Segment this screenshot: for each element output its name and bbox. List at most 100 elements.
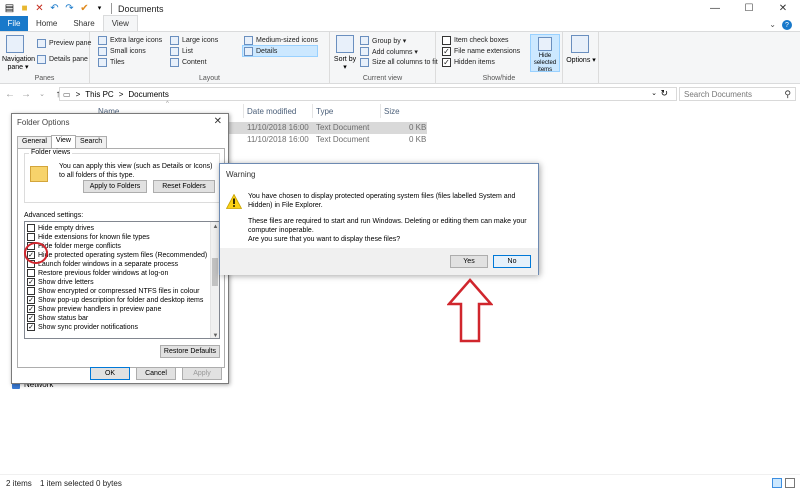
delete-icon[interactable]: ✕: [34, 3, 45, 14]
dialog-footer: Yes No: [220, 248, 538, 275]
recent-chevron-icon[interactable]: ⌄: [36, 88, 48, 100]
checkbox[interactable]: ✓: [27, 323, 35, 331]
tab-view[interactable]: View: [50, 135, 76, 148]
checkbox[interactable]: ✓: [27, 305, 35, 313]
close-icon[interactable]: ✕: [214, 116, 222, 127]
tab-home[interactable]: Home: [28, 16, 65, 31]
details-pane-button[interactable]: Details pane: [37, 55, 88, 64]
preview-pane-button[interactable]: Preview pane: [37, 39, 91, 48]
layout-list[interactable]: List: [170, 47, 193, 56]
layout-extra-large-icons[interactable]: Extra large icons: [98, 36, 162, 45]
checkbox[interactable]: ✓: [27, 296, 35, 304]
back-arrow-icon[interactable]: ←: [4, 88, 16, 100]
table-row[interactable]: 11/10/2018 16:00 Text Document 0 KB: [229, 122, 427, 134]
details-view-icon[interactable]: [772, 478, 782, 488]
layout-large-icons[interactable]: Large icons: [170, 36, 218, 45]
setting-label: Hide extensions for known file types: [38, 233, 150, 241]
column-type[interactable]: Type: [316, 107, 333, 116]
advanced-settings-list[interactable]: Hide empty drives Hide extensions for kn…: [24, 221, 220, 339]
maximize-button[interactable]: ☐: [732, 0, 766, 17]
minimize-button[interactable]: —: [698, 0, 732, 17]
breadcrumb-documents[interactable]: Documents: [128, 90, 168, 99]
properties-icon[interactable]: ✔: [79, 3, 90, 14]
history-dropdown-icon[interactable]: ⌄: [651, 89, 657, 97]
options-icon[interactable]: [571, 35, 589, 53]
layout-details[interactable]: Details: [244, 47, 277, 56]
apply-to-folders-button[interactable]: Apply to Folders: [83, 180, 147, 193]
window-title: Documents: [118, 3, 164, 14]
layout-medium-icons[interactable]: Medium-sized icons: [244, 36, 318, 45]
checkbox[interactable]: [27, 224, 35, 232]
expand-ribbon-icon[interactable]: ⌄: [769, 20, 776, 29]
checkbox[interactable]: [27, 233, 35, 241]
checkbox[interactable]: ✓: [27, 314, 35, 322]
list-item[interactable]: Hide empty drives: [27, 224, 94, 232]
restore-defaults-button[interactable]: Restore Defaults: [160, 345, 220, 358]
help-icon[interactable]: ?: [782, 20, 792, 30]
list-item[interactable]: ✓ Show status bar: [27, 314, 88, 322]
yes-button[interactable]: Yes: [450, 255, 488, 268]
layout-tiles[interactable]: Tiles: [98, 58, 125, 67]
list-item[interactable]: ✓ Show drive letters: [27, 278, 94, 286]
scroll-down-icon[interactable]: ▼: [211, 331, 219, 339]
hidden-items-toggle[interactable]: ✓ Hidden items: [442, 58, 495, 67]
add-columns-button[interactable]: Add columns ▾: [360, 47, 418, 56]
address-field[interactable]: ▭ > This PC > Documents ⌄ ↻: [59, 87, 677, 101]
tab-share[interactable]: Share: [65, 16, 102, 31]
checkbox[interactable]: [442, 36, 451, 45]
folder-icon[interactable]: ■: [19, 3, 30, 14]
list-item[interactable]: ✓ Hide protected operating system files (…: [27, 251, 207, 259]
column-date-modified[interactable]: Date modified: [247, 107, 296, 116]
search-icon: ⚲: [784, 89, 791, 99]
reset-folders-button[interactable]: Reset Folders: [153, 180, 215, 193]
navigation-pane-button[interactable]: Navigation pane ▾: [2, 56, 35, 72]
list-item[interactable]: Launch folder windows in a separate proc…: [27, 260, 178, 268]
forward-arrow-icon[interactable]: →: [20, 88, 32, 100]
sort-by-icon[interactable]: [336, 35, 354, 53]
apply-button[interactable]: Apply: [182, 367, 222, 380]
navigation-pane-icon[interactable]: [6, 35, 24, 53]
tab-view[interactable]: View: [102, 15, 138, 31]
panes-group-label: Panes: [34, 75, 55, 82]
tab-file[interactable]: File: [0, 16, 28, 31]
large-icons-view-icon[interactable]: [785, 478, 795, 488]
options-button[interactable]: Options ▾: [565, 56, 597, 64]
search-input[interactable]: Search Documents ⚲: [679, 87, 796, 101]
ok-button[interactable]: OK: [90, 367, 130, 380]
checkbox[interactable]: ✓: [442, 58, 451, 67]
scrollbar-thumb[interactable]: [212, 258, 218, 286]
list-item[interactable]: Hide extensions for known file types: [27, 233, 150, 241]
layout-content[interactable]: Content: [170, 58, 207, 67]
breadcrumb-this-pc[interactable]: This PC: [85, 90, 113, 99]
checkbox[interactable]: [27, 269, 35, 277]
undo-icon[interactable]: ↶: [49, 3, 60, 14]
list-item[interactable]: ✓ Show sync provider notifications: [27, 323, 138, 331]
refresh-icon[interactable]: ↻: [660, 88, 668, 99]
list-item[interactable]: ✓ Show pop-up description for folder and …: [27, 296, 203, 304]
group-by-button[interactable]: Group by ▾: [360, 36, 406, 45]
ribbon: Navigation pane ▾ Preview pane Details p…: [0, 32, 800, 84]
scrollbar[interactable]: ▲ ▼: [210, 222, 219, 339]
table-row[interactable]: 11/10/2018 16:00 Text Document 0 KB: [229, 134, 427, 146]
sort-by-button[interactable]: Sort by ▾: [333, 56, 357, 72]
tab-search[interactable]: Search: [74, 136, 108, 148]
list-item[interactable]: ✓ Show preview handlers in preview pane: [27, 305, 161, 313]
file-name-extensions-toggle[interactable]: ✓ File name extensions: [442, 47, 520, 56]
checkbox[interactable]: ✓: [442, 47, 451, 56]
close-button[interactable]: ✕: [766, 0, 800, 17]
layout-small-icons[interactable]: Small icons: [98, 47, 146, 56]
list-item[interactable]: Restore previous folder windows at log-o…: [27, 269, 168, 277]
cancel-button[interactable]: Cancel: [136, 367, 176, 380]
redo-icon[interactable]: ↷: [64, 3, 75, 14]
size-columns-button[interactable]: Size all columns to fit: [360, 58, 438, 67]
item-check-boxes-toggle[interactable]: Item check boxes: [442, 36, 508, 45]
customize-icon[interactable]: ▾: [94, 3, 105, 14]
checkbox[interactable]: ✓: [27, 278, 35, 286]
hide-selected-button[interactable]: Hide selected items: [530, 34, 560, 73]
column-size[interactable]: Size: [384, 107, 400, 116]
no-button[interactable]: No: [493, 255, 531, 268]
annotation-circle: [24, 242, 48, 264]
tab-general[interactable]: General: [17, 136, 52, 148]
list-item[interactable]: Show encrypted or compressed NTFS files …: [27, 287, 199, 295]
checkbox[interactable]: [27, 287, 35, 295]
